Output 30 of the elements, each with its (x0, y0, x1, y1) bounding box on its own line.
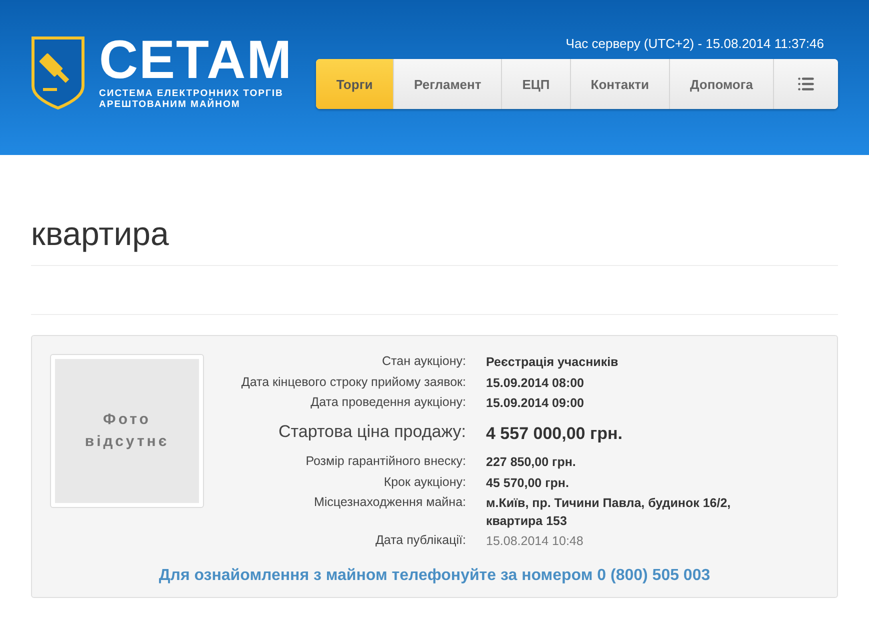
detail-value: 45 570,00 грн. (486, 474, 570, 492)
menu-button[interactable] (774, 59, 838, 109)
detail-value: Реєстрація учасників (486, 354, 620, 371)
detail-value: 15.08.2014 10:48 (486, 533, 584, 550)
detail-label: Дата публікації: (374, 533, 466, 550)
detail-label: Дата кінцевого строку прийому заявок: (240, 374, 466, 391)
detail-value: м.Київ, пр. Тичини Павла, будинок 16/2, квартира 153 (486, 495, 732, 530)
menu-icon (797, 75, 815, 93)
gavel-shield-logo-icon (31, 36, 85, 110)
nav-tab[interactable]: ЕЦП (502, 59, 571, 109)
detail-label: Стартова ціна продажу: (278, 422, 466, 442)
detail-value: 227 850,00 грн. (486, 454, 577, 472)
contact-note: Для ознайомлення з майном телефонуйте за номером 0 (800) 505 003 (158, 566, 712, 585)
logo-title: СЕТАМ (99, 36, 293, 84)
server-time: Час серверу (UTC+2) - 15.08.2014 11:37:46 (566, 36, 824, 51)
nav-tab[interactable]: Допомога (670, 59, 774, 109)
detail-value: 4 557 000,00 грн. (486, 422, 624, 444)
detail-value: 15.09.2014 09:00 (486, 395, 586, 412)
missing-photo-text: Фото відсутнє (84, 410, 170, 452)
nav-tab[interactable]: Торги (316, 59, 394, 109)
detail-label: Стан аукціону: (381, 354, 466, 370)
page-title: квартира (31, 155, 838, 266)
nav-tab[interactable]: Контакти (570, 59, 670, 109)
detail-label: Розмір гарантійного внеску: (304, 454, 466, 470)
logo-subtitle: СИСТЕМА ЕЛЕКТРОННИХ ТОРГІВ АРЕШТОВАНИМ МАЙНОМ (99, 88, 284, 110)
detail-label: Дата проведення аукціону: (310, 395, 466, 411)
detail-value: 15.09.2014 08:00 (486, 374, 586, 392)
nav-tab[interactable]: Регламент (394, 59, 502, 109)
detail-label: Місцезнаходження майна: (312, 495, 466, 512)
detail-label: Крок аукціону: (382, 474, 466, 491)
